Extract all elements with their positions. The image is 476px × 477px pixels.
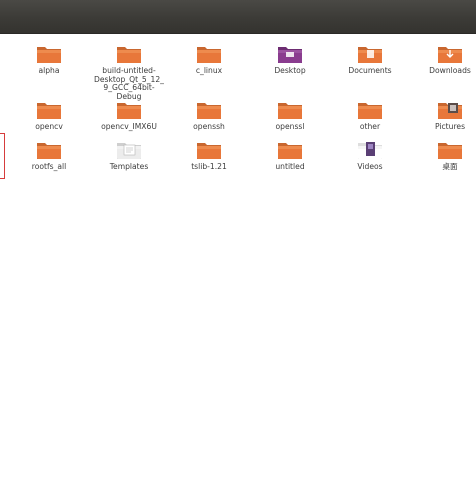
folder-item[interactable]: rootfs_all	[9, 140, 89, 172]
folder-item[interactable]: openssh	[169, 100, 249, 132]
folder-label: c_linux	[195, 66, 223, 75]
folder-item[interactable]: Downloads	[410, 44, 476, 76]
folder-item[interactable]: Videos	[330, 140, 410, 172]
folder-icon	[36, 100, 62, 120]
folder-icon	[196, 100, 222, 120]
folder-label: other	[359, 122, 381, 131]
folder-label: Desktop	[274, 66, 306, 75]
folder-item[interactable]: Pictures	[410, 100, 476, 132]
folder-item[interactable]: alpha	[9, 44, 89, 76]
folder-icon	[357, 100, 383, 120]
folder-item[interactable]: tslib-1.21	[169, 140, 249, 172]
folder-label: alpha	[38, 66, 60, 75]
folder-grid: alpha build-untitled-Desktop_Qt_5_12_9_G…	[0, 34, 476, 477]
folder-item[interactable]: Documents	[330, 44, 410, 76]
folder-icon	[277, 140, 303, 160]
folder-icon	[437, 140, 463, 160]
folder-item[interactable]: other	[330, 100, 410, 132]
folder-icon	[116, 100, 142, 120]
folder-item[interactable]: opencv_IMX6U	[89, 100, 169, 132]
folder-item[interactable]: openssl	[250, 100, 330, 132]
folder-icon	[36, 44, 62, 64]
folder-label: openssh	[193, 122, 225, 131]
folder-label: opencv	[35, 122, 63, 131]
title-bar	[0, 0, 476, 34]
folder-icon	[196, 140, 222, 160]
file-manager-window: alpha build-untitled-Desktop_Qt_5_12_9_G…	[0, 0, 476, 477]
folder-label: opencv_IMX6U	[101, 122, 157, 131]
folder-icon	[277, 100, 303, 120]
folder-label: Videos	[357, 162, 383, 171]
folder-label: openssl	[275, 122, 305, 131]
folder-item[interactable]: c_linux	[169, 44, 249, 76]
folder-label: untitled	[275, 162, 305, 171]
folder-icon	[116, 44, 142, 64]
desktop-folder-icon	[277, 44, 303, 64]
folder-item[interactable]: opencv	[9, 100, 89, 132]
folder-item[interactable]: 桌面	[410, 140, 476, 172]
folder-item[interactable]: Templates	[89, 140, 169, 172]
folder-label: Downloads	[429, 66, 471, 75]
folder-label: 桌面	[442, 162, 458, 171]
templates-folder-icon	[116, 140, 142, 160]
pictures-folder-icon	[437, 100, 463, 120]
documents-folder-icon	[357, 44, 383, 64]
downloads-folder-icon	[437, 44, 463, 64]
folder-label: build-untitled-Desktop_Qt_5_12_9_GCC_64b…	[94, 66, 164, 101]
selection-marker	[0, 133, 5, 179]
folder-label: Documents	[348, 66, 392, 75]
folder-label: Pictures	[434, 122, 466, 131]
folder-label: Templates	[109, 162, 149, 171]
folder-label: tslib-1.21	[191, 162, 227, 171]
folder-icon	[36, 140, 62, 160]
folder-icon	[196, 44, 222, 64]
folder-label: rootfs_all	[31, 162, 67, 171]
folder-item[interactable]: Desktop	[250, 44, 330, 76]
videos-folder-icon	[357, 140, 383, 160]
folder-item[interactable]: build-untitled-Desktop_Qt_5_12_9_GCC_64b…	[89, 44, 169, 101]
folder-item[interactable]: untitled	[250, 140, 330, 172]
